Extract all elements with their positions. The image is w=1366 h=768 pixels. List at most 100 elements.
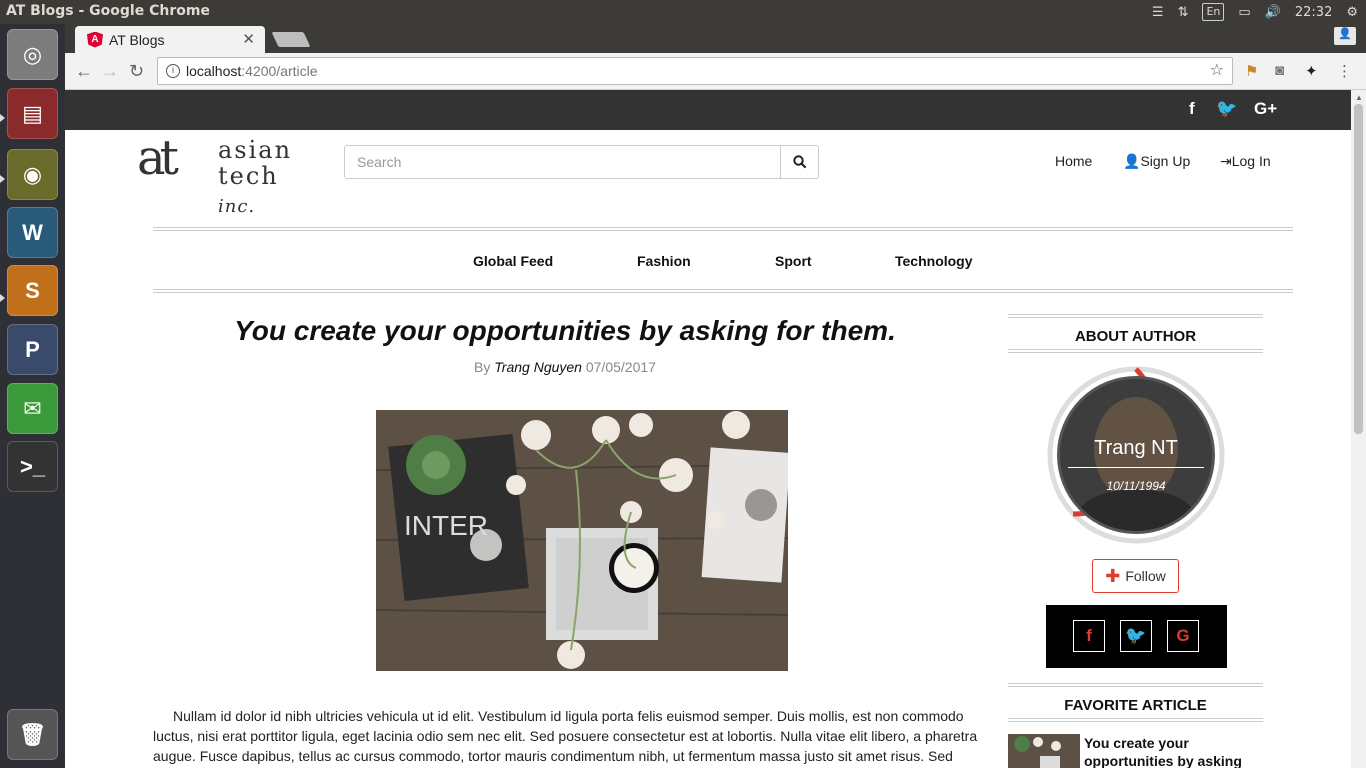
google-plus-icon[interactable]: G+ bbox=[1254, 99, 1277, 119]
profile-icon[interactable]: 👤 bbox=[1334, 27, 1356, 45]
logo-line2-text: tech bbox=[218, 162, 279, 190]
author-avatar-ring: Trang NT 10/11/1994 bbox=[1045, 364, 1227, 546]
settings-gear-icon[interactable]: ⚙ bbox=[1346, 5, 1358, 20]
chrome-icon[interactable]: ◉ bbox=[7, 149, 58, 200]
by-label: By bbox=[474, 359, 491, 375]
author-dob: 10/11/1994 bbox=[1106, 479, 1166, 493]
running-indicator bbox=[0, 114, 5, 122]
nav-login[interactable]: ⇥Log In bbox=[1220, 153, 1271, 170]
sidebar-divider bbox=[1008, 349, 1263, 353]
sidebar-divider bbox=[1008, 718, 1263, 722]
ninja-extension-icon[interactable]: ✦ bbox=[1305, 62, 1318, 80]
mysql-workbench-icon[interactable]: W bbox=[7, 207, 58, 258]
facebook-icon[interactable]: f bbox=[1189, 99, 1195, 119]
category-global-feed[interactable]: Global Feed bbox=[473, 253, 553, 269]
twitter-icon[interactable]: 🐦 bbox=[1216, 99, 1237, 119]
site-info-icon[interactable]: i bbox=[166, 64, 180, 78]
follow-button[interactable]: ✚ Follow bbox=[1092, 559, 1179, 593]
web-page: f 🐦 G+ at asian tech inc. Home 👤Sign Up … bbox=[65, 90, 1351, 768]
url-path: :4200/article bbox=[241, 63, 318, 79]
favorite-article-title: You create your opportunities by asking bbox=[1084, 735, 1242, 768]
author-link[interactable]: Trang Nguyen bbox=[494, 359, 582, 375]
scrollbar-thumb[interactable] bbox=[1354, 104, 1363, 434]
new-tab-button[interactable] bbox=[271, 32, 311, 47]
browser-window: A AT Blogs ✕ 👤 ← → ↻ i localhost:4200/ar… bbox=[65, 24, 1366, 768]
favorite-article-heading: FAVORITE ARTICLE bbox=[1064, 697, 1207, 714]
author-name: Trang NT bbox=[1094, 437, 1178, 459]
network-icon[interactable]: ⇅ bbox=[1178, 5, 1189, 20]
whatsapp-icon[interactable]: ✉ bbox=[7, 383, 58, 434]
nav-home[interactable]: Home bbox=[1055, 153, 1092, 169]
plus-icon: ✚ bbox=[1105, 565, 1121, 586]
postgresql-icon[interactable]: P bbox=[7, 324, 58, 375]
sidebar-divider bbox=[1008, 683, 1263, 687]
article-date: 07/05/2017 bbox=[585, 359, 656, 375]
nav-signup-label: Sign Up bbox=[1140, 153, 1191, 169]
follow-label: Follow bbox=[1125, 568, 1166, 584]
back-arrow-icon[interactable]: ← bbox=[75, 61, 93, 81]
divider bbox=[153, 227, 1293, 231]
logo-mark: at bbox=[137, 130, 179, 186]
author-twitter-icon[interactable]: 🐦 bbox=[1120, 620, 1152, 652]
favorite-article-item[interactable]: You create your opportunities by asking bbox=[1008, 734, 1263, 768]
author-facebook-icon[interactable]: f bbox=[1073, 620, 1105, 652]
browser-toolbar: ← → ↻ i localhost:4200/article ☆ ⚑ ◙ ✦ ⋮ bbox=[65, 53, 1366, 90]
files-icon[interactable]: ▤ bbox=[7, 88, 58, 139]
article-byline: By Trang Nguyen 07/05/2017 bbox=[153, 359, 977, 375]
top-social-bar: f 🐦 G+ bbox=[65, 90, 1351, 130]
nav-signup[interactable]: 👤Sign Up bbox=[1123, 153, 1190, 170]
indicator-menu-icon[interactable]: ☰ bbox=[1152, 5, 1164, 20]
clock[interactable]: 22:32 bbox=[1295, 5, 1332, 20]
flowers-on-table-image: INTER bbox=[376, 410, 788, 671]
address-bar[interactable]: i localhost:4200/article ☆ bbox=[157, 57, 1233, 85]
user-icon: 👤 bbox=[1123, 153, 1141, 169]
screenshot-extension-icon[interactable]: ◙ bbox=[1275, 62, 1284, 79]
author-avatar[interactable]: Trang NT 10/11/1994 bbox=[1057, 376, 1215, 534]
scroll-up-icon[interactable]: ▲ bbox=[1355, 93, 1363, 102]
search-icon bbox=[792, 155, 806, 169]
site-logo[interactable]: at asian tech inc. bbox=[137, 130, 319, 217]
author-google-icon[interactable]: G bbox=[1167, 620, 1199, 652]
page-scrollbar[interactable]: ▲ bbox=[1351, 90, 1366, 768]
chrome-menu-icon[interactable]: ⋮ bbox=[1337, 62, 1352, 80]
running-indicator bbox=[0, 294, 5, 302]
trash-icon[interactable]: 🗑 bbox=[7, 709, 58, 760]
category-nav: Global Feed Fashion Sport Technology bbox=[65, 253, 1351, 273]
battery-icon[interactable]: ▭ bbox=[1238, 5, 1250, 20]
angular-favicon-icon: A bbox=[87, 31, 103, 48]
os-top-panel: AT Blogs - Google Chrome ☰ ⇅ En ▭ 🔊 22:3… bbox=[0, 0, 1366, 24]
system-tray: ☰ ⇅ En ▭ 🔊 22:32 ⚙ bbox=[1152, 0, 1358, 24]
category-technology[interactable]: Technology bbox=[895, 253, 973, 269]
favorite-article-thumbnail bbox=[1008, 734, 1080, 768]
tab-close-icon[interactable]: ✕ bbox=[242, 30, 255, 48]
search-button[interactable] bbox=[780, 146, 818, 178]
ubuntu-dash-icon[interactable]: ◎ bbox=[7, 29, 58, 80]
avatar-divider bbox=[1068, 467, 1204, 468]
nav-login-label: Log In bbox=[1231, 153, 1271, 169]
logo-inc: inc. bbox=[218, 196, 256, 217]
article-body: Nullam id dolor id nibh ultricies vehicu… bbox=[153, 708, 978, 764]
article-hero-image: INTER bbox=[376, 410, 788, 671]
logo-line1: asian bbox=[218, 136, 293, 164]
keyboard-layout-indicator[interactable]: En bbox=[1202, 3, 1225, 21]
extension-icon[interactable]: ⚑ bbox=[1245, 62, 1258, 80]
tab-strip: A AT Blogs ✕ 👤 bbox=[65, 24, 1366, 53]
bookmark-star-icon[interactable]: ☆ bbox=[1210, 58, 1224, 84]
author-social-box: f 🐦 G bbox=[1046, 605, 1227, 668]
os-launcher: ◎ ▤ ◉ W S P ✉ >_ 🗑 bbox=[0, 24, 65, 768]
sublime-text-icon[interactable]: S bbox=[7, 265, 58, 316]
terminal-icon[interactable]: >_ bbox=[7, 441, 58, 492]
sidebar-divider bbox=[1008, 314, 1263, 318]
reload-icon[interactable]: ↻ bbox=[129, 61, 144, 81]
site-search bbox=[344, 145, 819, 179]
category-sport[interactable]: Sport bbox=[775, 253, 812, 269]
forward-arrow-icon[interactable]: → bbox=[101, 61, 119, 81]
volume-icon[interactable]: 🔊 bbox=[1265, 5, 1281, 20]
window-title: AT Blogs - Google Chrome bbox=[6, 3, 210, 19]
search-input[interactable] bbox=[345, 146, 782, 178]
running-indicator bbox=[0, 175, 5, 183]
category-fashion[interactable]: Fashion bbox=[637, 253, 691, 269]
magazine-cover-text: INTER bbox=[404, 510, 488, 541]
tab-title: AT Blogs bbox=[109, 31, 165, 48]
browser-tab-active[interactable]: A AT Blogs ✕ bbox=[75, 26, 265, 53]
